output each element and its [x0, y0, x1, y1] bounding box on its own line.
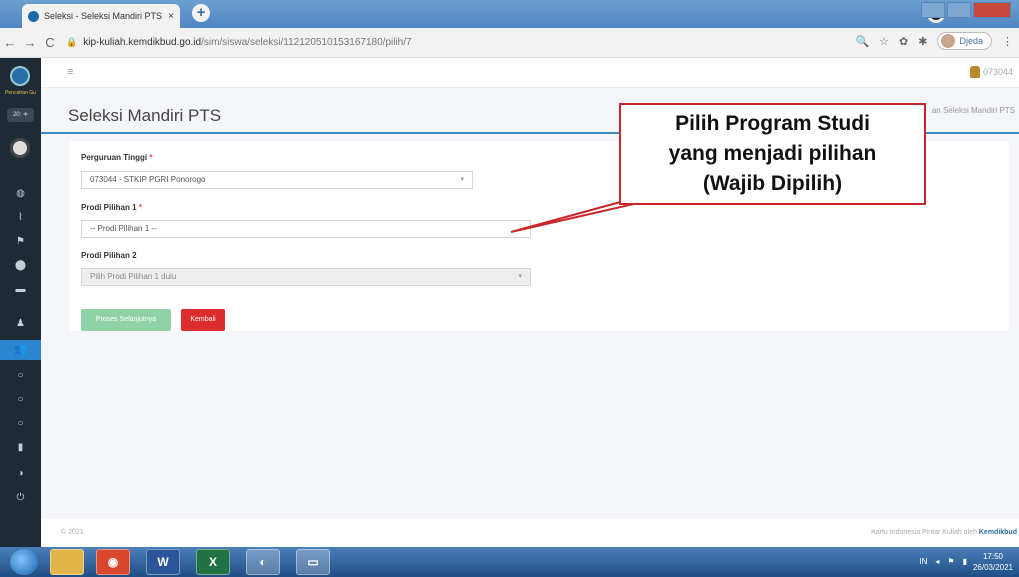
start-button[interactable] [10, 549, 38, 575]
prodi2-label-text: Prodi Pilihan 2 [81, 251, 137, 260]
profile-name: Djeda [959, 36, 983, 46]
system-tray: IN ◂ ⚑ ▮ [919, 557, 967, 566]
puzzle-icon[interactable]: ✱ [918, 35, 927, 48]
chevron-down-icon: ▾ [460, 176, 464, 183]
pt-select-value: 073044 - STKIP PGRI Ponorogo [90, 175, 206, 184]
prodi1-label-text: Prodi Pilihan 1 [81, 203, 137, 212]
address-bar: ← → C 🔒 kip-kuliah.kemdikbud.go.id /sim/… [0, 28, 1019, 58]
zoom-icon[interactable]: 🔍 [855, 35, 869, 48]
brand-text: Pencatran Gu [5, 90, 36, 96]
minimize-button[interactable] [921, 2, 945, 18]
app-header: ≡ 073044 [41, 58, 1019, 88]
tab-close-icon[interactable]: × [168, 11, 174, 22]
window-icon[interactable]: ▭ [296, 549, 330, 575]
hamburger-icon[interactable]: ≡ [67, 66, 73, 78]
callout-line-3: (Wajib Dipilih) [702, 172, 843, 195]
year-select[interactable]: 20: ≑ [7, 108, 34, 122]
url-host: kip-kuliah.kemdikbud.go.id [83, 37, 202, 48]
power-icon[interactable]: ⏻ [0, 488, 41, 508]
person-icon[interactable]: ♟ [0, 314, 41, 334]
app-sidebar: Pencatran Gu 20: ≑ ◍ ⌇ ⚑ ⬤ ▬ ♟ 👥 ○ ○ ○ ▮… [0, 58, 41, 547]
instruction-callout: Pilih Program Studi yang menjadi pilihan… [619, 103, 926, 205]
chart-icon[interactable]: ⌇ [0, 208, 41, 228]
required-mark: * [138, 203, 142, 212]
dashboard-icon[interactable]: ◍ [0, 184, 41, 204]
maximize-button[interactable] [947, 2, 971, 18]
profile-button[interactable]: Djeda [937, 32, 992, 50]
user-icon [969, 66, 980, 78]
url-field[interactable]: 🔒 kip-kuliah.kemdikbud.go.id /sim/siswa/… [66, 32, 866, 54]
pt-select[interactable]: 073044 - STKIP PGRI Ponorogo ▾ [81, 171, 473, 189]
callout-line-1: Pilih Program Studi [675, 112, 870, 135]
reload-icon[interactable]: C [40, 35, 60, 50]
url-path: /sim/siswa/seleksi/112120510153167180/pi… [201, 37, 412, 48]
app-icon[interactable]: ◐ [246, 549, 280, 575]
explorer-icon[interactable] [50, 549, 84, 575]
window-controls [921, 2, 1011, 18]
prodi1-select[interactable]: -- Prodi Pilihan 1 -- [81, 220, 531, 238]
network-icon[interactable]: ▮ [963, 557, 967, 566]
user-avatar[interactable] [10, 138, 30, 158]
credit-brand-link[interactable]: Kemdikbud [979, 529, 1017, 536]
screen: Seleksi - Seleksi Mandiri PTS • KI × + ←… [0, 0, 1019, 577]
clock-time: 17:50 [982, 552, 1003, 561]
os-taskbar: ◉ W X ◐ ▭ IN ◂ ⚑ ▮ 17:50 26/03/2021 [0, 547, 1019, 577]
document-icon[interactable]: ▮ [0, 438, 41, 458]
avatar [941, 34, 956, 48]
tab-title: Seleksi - Seleksi Mandiri PTS • KI [44, 11, 164, 21]
new-tab-button[interactable]: + [192, 4, 210, 22]
clock-date: 26/03/2021 [972, 563, 1013, 572]
window-close-button[interactable] [973, 2, 1011, 18]
page-footer: © 2021 Kartu Indonesia Pintar Kuliah ole… [41, 517, 1019, 547]
address-bar-actions: 🔍 ☆ ✿ ✱ Djeda ⋮ [855, 32, 1013, 50]
card-icon[interactable]: ▬ [0, 280, 41, 300]
prodi2-label: Prodi Pilihan 2 [81, 251, 137, 260]
circle-icon-2[interactable]: ○ [0, 390, 41, 410]
proses-selanjutnya-button[interactable]: Proses Selanjutnya [81, 309, 171, 331]
pt-label-text: Perguruan Tinggi [81, 153, 148, 162]
required-mark: * [149, 153, 153, 162]
circle-icon-3[interactable]: ○ [0, 414, 41, 434]
page-title: Seleksi Mandiri PTS [68, 106, 222, 125]
callout-line-2: yang menjadi pilihan [668, 142, 877, 165]
pt-label: Perguruan Tinggi * [81, 153, 152, 162]
language-indicator[interactable]: IN [919, 557, 927, 566]
users-icon[interactable]: 👥 [0, 340, 41, 360]
lock-icon: 🔒 [66, 37, 78, 47]
back-arrow-icon[interactable]: ← [0, 35, 20, 50]
flag-icon[interactable]: ⚑ [947, 557, 954, 566]
callout-text: Pilih Program Studi yang menjadi pilihan… [621, 109, 924, 199]
app-logo[interactable] [10, 66, 30, 86]
prodi1-label: Prodi Pilihan 1 * [81, 203, 142, 212]
chevron-down-icon: ▾ [518, 273, 522, 280]
star-icon[interactable]: ☆ [879, 35, 889, 48]
header-user[interactable]: 073044 [969, 66, 1013, 78]
circle-icon-1[interactable]: ○ [0, 366, 41, 386]
chrome-icon[interactable]: ◉ [96, 549, 130, 575]
word-icon[interactable]: W [146, 549, 180, 575]
tag-icon[interactable]: ⬤ [0, 256, 41, 276]
favicon-icon [28, 10, 39, 22]
footer-credit: Kartu Indonesia Pintar Kuliah oleh Kemdi… [871, 529, 1017, 536]
browser-tab[interactable]: Seleksi - Seleksi Mandiri PTS • KI × [22, 4, 180, 28]
forward-arrow-icon[interactable]: → [20, 35, 40, 50]
volume-icon[interactable]: ◂ [935, 557, 939, 566]
extension-icon[interactable]: ✿ [899, 35, 908, 48]
browser-tab-bar: Seleksi - Seleksi Mandiri PTS • KI × + [0, 0, 1019, 28]
breadcrumb[interactable]: an Seleksi Mandiri PTS [932, 106, 1015, 115]
kembali-button[interactable]: Kembali [181, 309, 225, 331]
menu-dots-icon[interactable]: ⋮ [1002, 35, 1013, 48]
copyright-text: © 2021 [61, 529, 84, 536]
prodi2-placeholder: Pilih Prodi Pilihan 1 dulu [90, 272, 177, 281]
palette-icon[interactable]: ◑ [0, 464, 41, 484]
header-user-id: 073044 [982, 67, 1013, 77]
flag-icon[interactable]: ⚑ [0, 232, 41, 252]
prodi1-placeholder: -- Prodi Pilihan 1 -- [90, 224, 157, 233]
prodi2-select[interactable]: Pilih Prodi Pilihan 1 dulu ▾ [81, 268, 531, 286]
system-clock[interactable]: 17:50 26/03/2021 [973, 551, 1013, 573]
excel-icon[interactable]: X [196, 549, 230, 575]
credit-prefix: Kartu Indonesia Pintar Kuliah oleh [871, 529, 977, 536]
